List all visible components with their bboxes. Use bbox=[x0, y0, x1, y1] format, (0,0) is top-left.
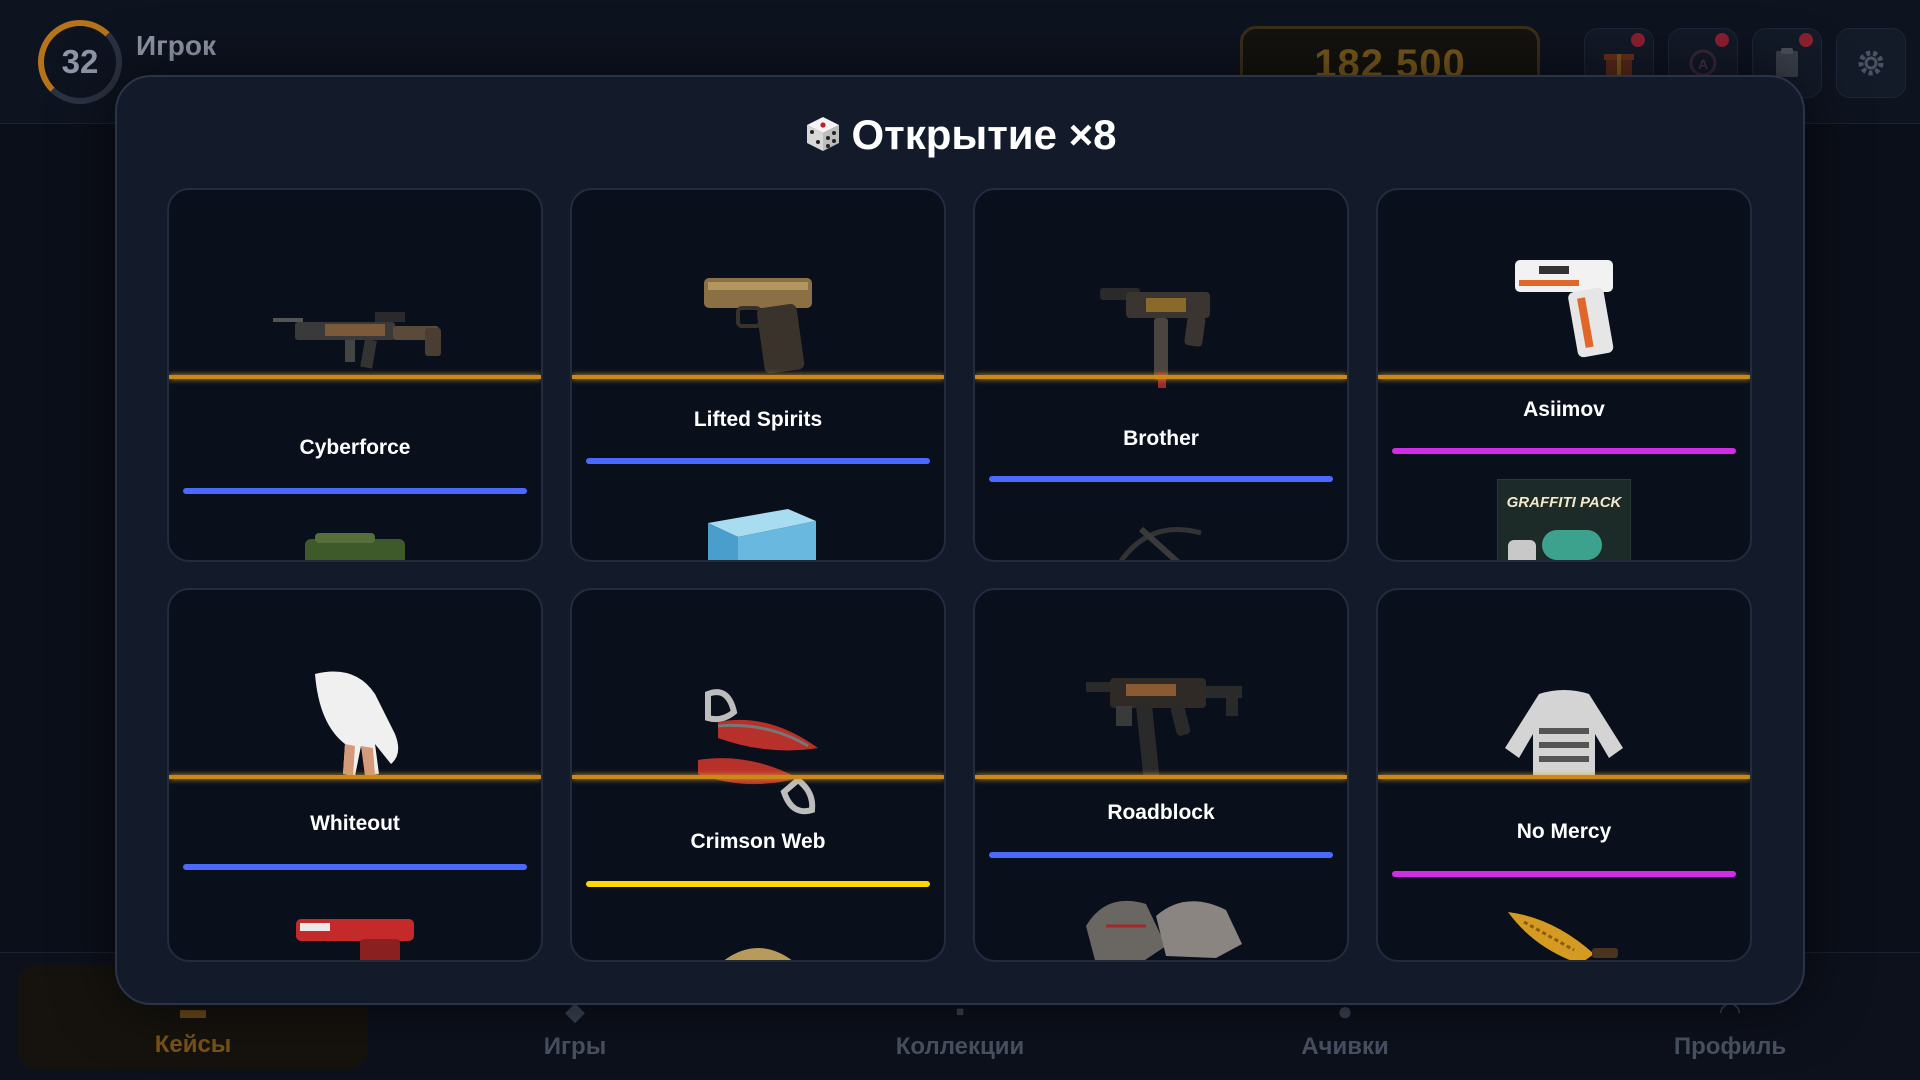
roulette-pointer-line bbox=[1378, 775, 1750, 779]
item-name: Cyberforce bbox=[299, 436, 411, 459]
ump-icon bbox=[1086, 678, 1242, 779]
rarity-bar bbox=[183, 864, 527, 870]
case-result-card[interactable]: No Mercy bbox=[1376, 588, 1752, 962]
case-result-card[interactable]: Brother bbox=[973, 188, 1349, 562]
dice-icon bbox=[807, 117, 840, 151]
nav-label: Кейсы bbox=[154, 1031, 232, 1058]
gold-knife-icon bbox=[1508, 912, 1618, 960]
case-result-card[interactable]: Asiimov GRAFFITI PACK bbox=[1376, 188, 1752, 562]
case-result-card[interactable]: Lifted Spirits bbox=[570, 188, 946, 562]
item-name: Lifted Spirits bbox=[693, 408, 823, 431]
rarity-bar bbox=[183, 488, 527, 494]
roulette-pointer-line bbox=[572, 375, 944, 379]
rarity-bar bbox=[989, 852, 1333, 858]
item-name: Brother bbox=[1123, 427, 1199, 450]
nav-label: Игры bbox=[543, 1033, 607, 1060]
level-number: 32 bbox=[61, 43, 99, 80]
pistol-icon bbox=[704, 278, 812, 374]
gear-icon bbox=[1858, 50, 1884, 76]
notification-dot bbox=[1799, 33, 1813, 47]
red-pistol-icon bbox=[296, 919, 414, 960]
level-ring: 32 bbox=[38, 20, 122, 104]
helmet-icon bbox=[724, 948, 792, 960]
opening-modal: Открытие ×8 Cyberforce Lifted Spirits Br… bbox=[115, 75, 1805, 1005]
roulette-pointer-line bbox=[975, 775, 1347, 779]
player-name: Игрок bbox=[136, 30, 217, 61]
ice-block-icon bbox=[708, 509, 816, 560]
item-name: No Mercy bbox=[1516, 820, 1612, 843]
item-name: Asiimov bbox=[1523, 398, 1605, 421]
rarity-bar bbox=[1392, 871, 1736, 877]
rarity-bar bbox=[586, 881, 930, 887]
rarity-bar bbox=[586, 458, 930, 464]
nav-label: Ачивки bbox=[1301, 1033, 1389, 1060]
smg-icon bbox=[1100, 288, 1210, 388]
graffiti-pack-label: GRAFFITI PACK bbox=[1506, 494, 1622, 511]
settings-button[interactable] bbox=[1836, 28, 1906, 98]
crossbow-icon bbox=[1118, 526, 1202, 560]
modal-title: Открытие ×8 bbox=[851, 111, 1117, 158]
glove-icon bbox=[315, 671, 399, 776]
rarity-bar bbox=[1392, 448, 1736, 454]
item-name: Whiteout bbox=[310, 812, 400, 835]
roulette-pointer-line bbox=[169, 375, 541, 379]
shadow-daggers-icon bbox=[698, 689, 818, 815]
roulette-pointer-line bbox=[572, 775, 944, 779]
roulette-pointer-line bbox=[169, 775, 541, 779]
modal-title-row: Открытие ×8 bbox=[117, 111, 1803, 159]
roulette-pointer-line bbox=[1378, 375, 1750, 379]
white-pistol-icon bbox=[1515, 260, 1614, 358]
notification-dot bbox=[1631, 33, 1645, 47]
case-result-card[interactable]: Cyberforce bbox=[167, 188, 543, 562]
green-pistol-icon bbox=[305, 533, 405, 560]
item-name: Crimson Web bbox=[690, 830, 826, 853]
case-result-card[interactable]: Roadblock bbox=[973, 588, 1349, 962]
item-name: Roadblock bbox=[1107, 801, 1215, 824]
roulette-pointer-line bbox=[975, 375, 1347, 379]
graffiti-pack-icon: GRAFFITI PACK bbox=[1497, 479, 1631, 560]
nav-label: Профиль bbox=[1673, 1033, 1787, 1060]
rarity-bar bbox=[989, 476, 1333, 482]
gloves-pair-icon bbox=[1086, 900, 1242, 960]
case-result-card[interactable]: Whiteout bbox=[167, 588, 543, 962]
svg-text:A: A bbox=[1698, 56, 1708, 72]
notification-dot bbox=[1715, 33, 1729, 47]
jacket-icon bbox=[1505, 690, 1623, 778]
case-result-card[interactable]: Crimson Web bbox=[570, 588, 946, 962]
nav-label: Коллекции bbox=[895, 1033, 1025, 1060]
